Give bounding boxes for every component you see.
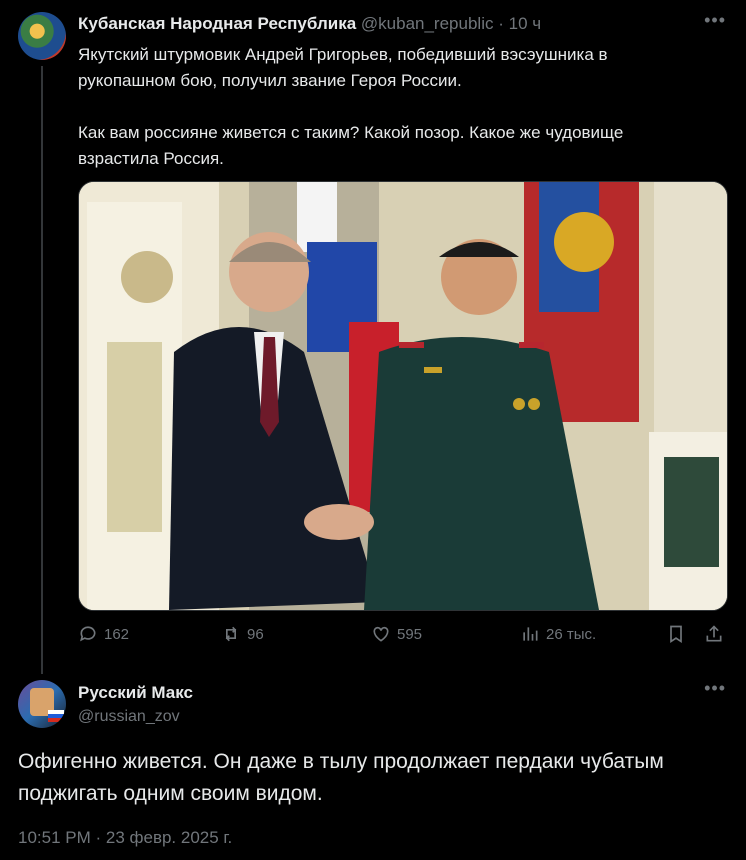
author-name[interactable]: Кубанская Народная Республика [78, 14, 356, 33]
reply-count: 162 [104, 625, 130, 643]
thread-connector [41, 66, 43, 674]
views-count: 26 тыс. [546, 625, 597, 643]
avatar[interactable] [18, 680, 66, 728]
like-button[interactable]: 595 [371, 624, 422, 644]
tweet-header: Русский Макс [78, 683, 193, 703]
share-button[interactable] [704, 624, 724, 644]
bookmark-icon [670, 625, 682, 644]
tweet-actions: 162 96 595 26 тыс. [78, 624, 726, 652]
views-button[interactable]: 26 тыс. [520, 624, 596, 644]
repost-count: 96 [247, 625, 264, 643]
author-name[interactable]: Русский Макс [78, 683, 193, 702]
tweet-time[interactable]: 10 ч [509, 14, 542, 33]
tweet-photo[interactable] [78, 181, 728, 611]
tweet-header: Кубанская Народная Республика @kuban_rep… [78, 14, 541, 34]
like-count: 595 [397, 625, 423, 643]
repost-button[interactable]: 96 [221, 624, 264, 644]
share-icon [706, 625, 722, 642]
bookmark-button[interactable] [666, 624, 686, 644]
more-icon[interactable]: ••• [704, 10, 726, 31]
avatar[interactable] [18, 12, 66, 60]
photo-illustration [79, 182, 727, 610]
flag-icon [48, 710, 64, 722]
reply-button[interactable]: 162 [78, 624, 129, 644]
like-icon [373, 626, 389, 642]
tweet-text: Якутский штурмовик Андрей Григорьев, поб… [78, 45, 624, 168]
author-handle[interactable]: @russian_zov [78, 708, 180, 726]
author-handle[interactable]: @kuban_republic [361, 14, 494, 33]
repost-icon [225, 626, 237, 642]
reply-icon [80, 626, 96, 642]
views-icon [523, 627, 538, 641]
more-icon[interactable]: ••• [704, 678, 726, 699]
tweet-text: Офигенно живется. Он даже в тылу продолж… [18, 750, 664, 805]
separator: · [498, 14, 504, 33]
tweet-timestamp[interactable]: 10:51 PM · 23 февр. 2025 г. [18, 828, 232, 848]
